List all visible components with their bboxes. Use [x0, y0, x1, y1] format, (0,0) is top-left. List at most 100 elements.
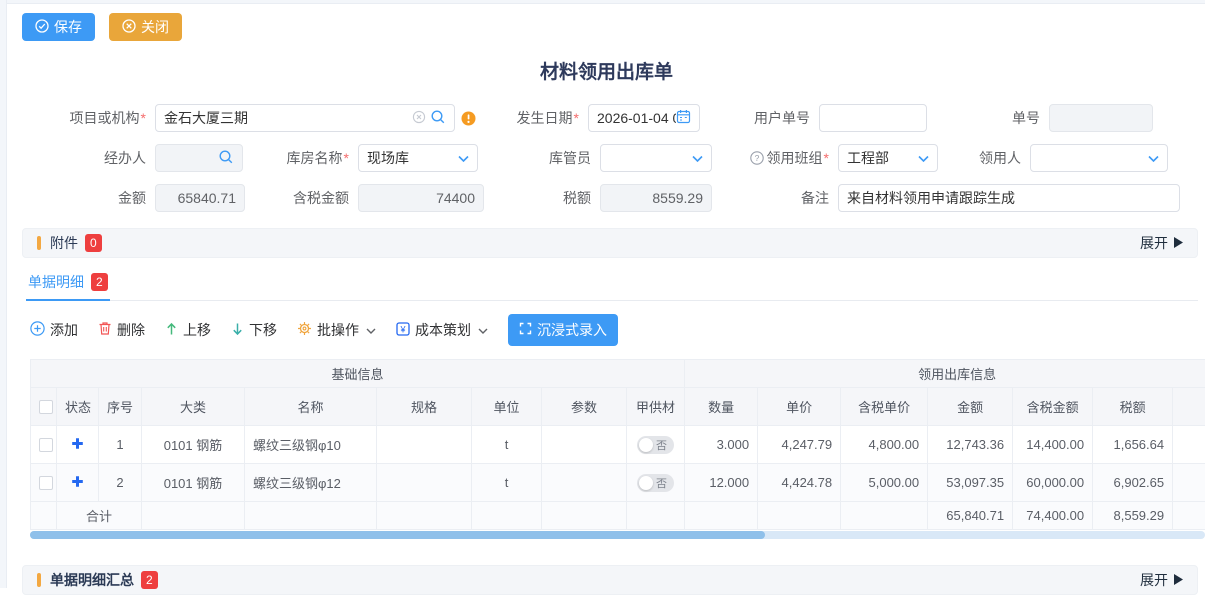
form-row-3: 金额 65840.71 含税金额 74400 税额 8559.29 备注 来自材… — [30, 184, 1205, 212]
team-label: ?领用班组* — [712, 148, 838, 168]
window-top-edge — [0, 0, 1205, 4]
batch-operations-button[interactable]: 批操作 — [297, 320, 376, 340]
cell-checkbox — [31, 464, 57, 502]
cell-amount[interactable]: 12,743.36 — [928, 426, 1013, 464]
cell-param[interactable] — [542, 426, 627, 464]
keeper-select[interactable] — [600, 144, 712, 172]
remark-value: 来自材料领用申请跟踪生成 — [847, 188, 1171, 208]
expand-label: 展开 — [1140, 233, 1168, 253]
delete-row-button[interactable]: 删除 — [98, 320, 145, 340]
summary-count-badge: 2 — [141, 571, 158, 589]
required-star: * — [574, 110, 579, 126]
warehouse-select[interactable]: 现场库 — [358, 144, 478, 172]
required-star: * — [344, 150, 349, 166]
cell-tax[interactable]: 6,902.65 — [1093, 464, 1173, 502]
cell-param[interactable] — [542, 464, 627, 502]
row-checkbox[interactable] — [39, 476, 53, 490]
info-icon[interactable] — [461, 111, 476, 126]
cell-category[interactable]: 0101 钢筋 — [142, 464, 245, 502]
save-button[interactable]: 保存 — [22, 13, 95, 41]
cell-amount_tax[interactable]: 60,000.00 — [1013, 464, 1093, 502]
immersive-entry-button[interactable]: 沉浸式录入 — [508, 314, 618, 346]
check-circle-icon — [35, 19, 49, 36]
warehouse-label: 库房名称* — [243, 148, 358, 168]
remark-input[interactable]: 来自材料领用申请跟踪生成 — [838, 184, 1180, 212]
cost-planning-button[interactable]: ¥ 成本策划 — [396, 320, 488, 340]
group-header-issue: 领用出库信息 — [685, 360, 1205, 388]
orange-bar-icon — [37, 236, 41, 250]
recipient-select[interactable] — [1030, 144, 1168, 172]
cell-owner-supplied: 否 — [627, 426, 685, 464]
cell-category[interactable]: 0101 钢筋 — [142, 426, 245, 464]
move-up-button[interactable]: 上移 — [165, 320, 211, 340]
arrow-down-icon — [231, 322, 244, 339]
project-input[interactable]: 金石大厦三期 — [155, 104, 455, 132]
cell-spec[interactable] — [377, 426, 472, 464]
cell-spec[interactable] — [377, 464, 472, 502]
cell-price_tax[interactable]: 4,800.00 — [841, 426, 928, 464]
chevron-down-icon — [478, 322, 488, 338]
attachments-label: 附件 — [50, 233, 78, 253]
tab-detail-count-badge: 2 — [91, 273, 108, 291]
detail-tabs: 单据明细 2 — [26, 272, 1198, 301]
cell-unit[interactable]: t — [472, 464, 542, 502]
total-amount: 65,840.71 — [928, 502, 1013, 530]
handler-input[interactable] — [155, 144, 243, 172]
cell-tax[interactable]: 1,656.64 — [1093, 426, 1173, 464]
owner-supplied-toggle[interactable]: 否 — [637, 474, 674, 492]
cell-qty[interactable]: 12.000 — [685, 464, 758, 502]
cell-price[interactable]: 4,424.78 — [758, 464, 841, 502]
cell-price[interactable]: 4,247.79 — [758, 426, 841, 464]
horizontal-scrollbar-track[interactable] — [30, 531, 1205, 539]
required-star: * — [824, 150, 829, 166]
cell-unit[interactable]: t — [472, 426, 542, 464]
cell-seq[interactable]: 1 — [99, 426, 142, 464]
select-all-checkbox[interactable] — [39, 400, 53, 414]
cell-price_tax[interactable]: 5,000.00 — [841, 464, 928, 502]
triangle-right-icon — [1174, 235, 1183, 251]
clear-icon[interactable] — [412, 110, 426, 127]
cell-amount[interactable]: 53,097.35 — [928, 464, 1013, 502]
svg-text:?: ? — [754, 153, 759, 163]
cell-name[interactable]: 螺纹三级钢φ10 — [245, 426, 377, 464]
search-icon[interactable] — [430, 109, 446, 128]
warehouse-value: 现场库 — [367, 148, 458, 168]
summary-expand-button[interactable]: 展开 — [1140, 570, 1183, 590]
save-label: 保存 — [54, 17, 82, 37]
column-header: 金额 — [928, 388, 1013, 426]
horizontal-scrollbar-thumb[interactable] — [30, 531, 765, 539]
row-checkbox[interactable] — [39, 438, 53, 452]
column-header-row: 状态序号大类名称规格单位参数甲供材数量单价含税单价金额含税金额税额 — [31, 388, 1205, 426]
expand-label: 展开 — [1140, 570, 1168, 590]
move-down-button[interactable]: 下移 — [231, 320, 277, 340]
user-no-input[interactable] — [819, 104, 927, 132]
add-row-button[interactable]: 添加 — [30, 320, 78, 340]
team-select[interactable]: 工程部 — [838, 144, 938, 172]
column-header: 参数 — [542, 388, 627, 426]
owner-supplied-toggle[interactable]: 否 — [637, 436, 674, 454]
expand-row-plus-icon[interactable] — [71, 438, 84, 453]
cell-name[interactable]: 螺纹三级钢φ12 — [245, 464, 377, 502]
triangle-right-icon — [1174, 572, 1183, 588]
search-icon[interactable] — [218, 149, 234, 168]
column-header: 状态 — [57, 388, 99, 426]
action-toolbar: 保存 关闭 — [22, 13, 1205, 41]
attachments-expand-button[interactable]: 展开 — [1140, 233, 1183, 253]
cell-extra[interactable] — [1173, 464, 1205, 502]
close-button[interactable]: 关闭 — [109, 13, 182, 41]
column-header: 名称 — [245, 388, 377, 426]
cell-extra[interactable] — [1173, 426, 1205, 464]
cell-seq[interactable]: 2 — [99, 464, 142, 502]
table-row: 20101 钢筋螺纹三级钢φ12 t 否 12.0004,424.785,000.00… — [31, 464, 1205, 502]
cell-qty[interactable]: 3.000 — [685, 426, 758, 464]
recipient-label: 领用人 — [938, 148, 1030, 168]
cell-amount_tax[interactable]: 14,400.00 — [1013, 426, 1093, 464]
calendar-icon[interactable] — [676, 109, 691, 127]
close-label: 关闭 — [141, 17, 169, 37]
tab-detail[interactable]: 单据明细 2 — [26, 272, 110, 301]
date-value: 2026-01-04 0 — [597, 110, 676, 126]
expand-row-plus-icon[interactable] — [71, 476, 84, 491]
question-circle-icon[interactable]: ? — [750, 152, 764, 168]
summary-label: 单据明细汇总 — [50, 570, 134, 590]
date-input[interactable]: 2026-01-04 0 — [588, 104, 700, 132]
